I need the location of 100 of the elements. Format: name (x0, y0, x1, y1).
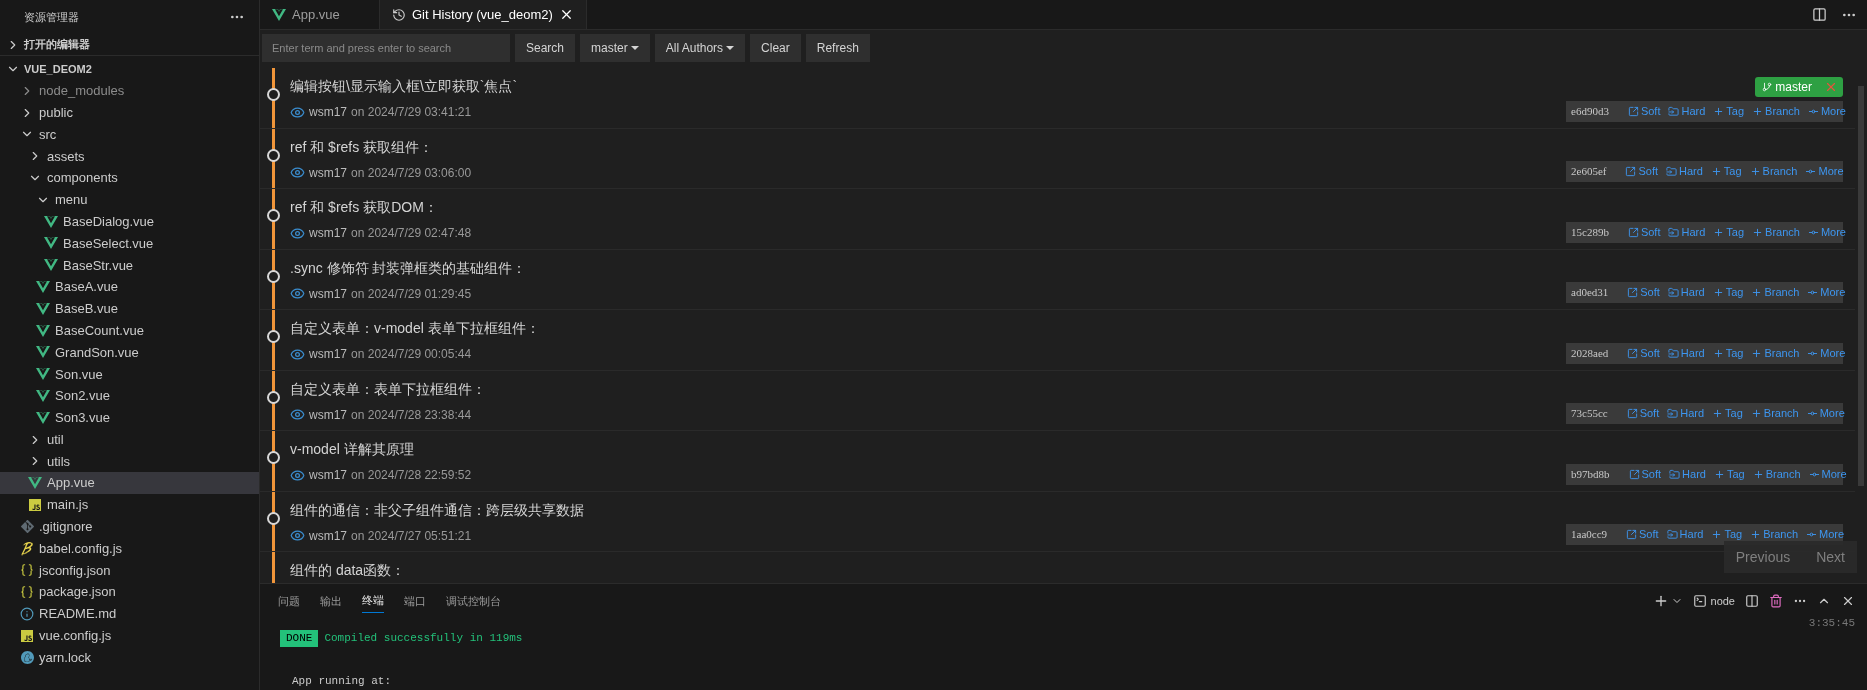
action-link[interactable]: Tag (1713, 465, 1745, 483)
action-link[interactable]: Hard (1666, 526, 1704, 543)
tree-item[interactable]: .gitignore (0, 515, 259, 538)
trash-icon[interactable] (1769, 594, 1783, 608)
commit-message[interactable]: 自定义表单：表单下拉框组件： (290, 378, 486, 400)
action-link[interactable]: Branch (1752, 223, 1800, 241)
section-header[interactable]: 打开的编辑器 (0, 34, 259, 56)
eye-icon[interactable] (290, 407, 305, 422)
panel-tab[interactable]: 调试控制台 (446, 589, 501, 613)
toolbar-button[interactable]: Clear (750, 33, 801, 62)
split-editor-icon[interactable] (1812, 7, 1827, 22)
commit-message[interactable]: v-model 详解其原理 (290, 439, 414, 460)
tree-item[interactable]: BaseA.vue (0, 276, 259, 298)
terminal-name[interactable]: node (1710, 592, 1735, 610)
action-link[interactable]: Branch (1750, 405, 1799, 422)
tree-item[interactable]: util (0, 428, 259, 451)
eye-icon[interactable] (290, 346, 305, 362)
action-link[interactable]: Soft (1626, 405, 1660, 422)
action-link[interactable]: More (1806, 526, 1845, 543)
action-link[interactable]: Hard (1667, 344, 1705, 362)
toolbar-button[interactable]: All Authors (654, 33, 746, 62)
toolbar-button[interactable]: Search (515, 33, 576, 62)
action-link[interactable]: Tag (1713, 102, 1745, 120)
search-field[interactable]: Enter term and press enter to search (262, 33, 510, 62)
eye-icon[interactable] (290, 286, 305, 301)
tree-item[interactable]: public (0, 101, 259, 124)
pager-button[interactable]: Next (1816, 546, 1845, 568)
action-link[interactable]: Branch (1750, 526, 1799, 543)
tree-item[interactable]: assets (0, 145, 259, 168)
tree-item[interactable]: babel.config.js (0, 537, 259, 560)
tree-item[interactable]: node_modules (0, 80, 259, 102)
tree-item[interactable]: main.js (0, 494, 259, 516)
tree-item[interactable]: package.json (0, 581, 259, 604)
split-terminal-icon[interactable] (1745, 594, 1759, 608)
commit-message[interactable]: 自定义表单：v-model 表单下拉框组件： (290, 318, 540, 339)
panel-tab[interactable]: 输出 (320, 589, 342, 613)
section-header[interactable]: VUE_DEOM2 (0, 58, 259, 80)
action-link[interactable]: More (1807, 344, 1846, 362)
eye-icon[interactable] (290, 467, 305, 483)
panel-tab[interactable]: 端口 (404, 589, 426, 613)
action-link[interactable]: Soft (1627, 284, 1660, 301)
action-link[interactable]: Hard (1667, 405, 1705, 422)
commit-hash[interactable]: b97bd8b (1571, 465, 1610, 483)
commit-message[interactable]: .sync 修饰符 封装弹框类的基础组件： (290, 257, 527, 279)
action-link[interactable]: Soft (1627, 223, 1661, 241)
action-link[interactable]: Branch (1751, 284, 1800, 301)
action-link[interactable]: Branch (1752, 102, 1800, 120)
action-link[interactable]: Branch (1752, 465, 1801, 483)
close-icon[interactable] (1841, 594, 1855, 608)
action-link[interactable]: More (1807, 102, 1846, 120)
panel-tab[interactable]: 终端 (362, 589, 384, 613)
terminal-icon[interactable] (1692, 594, 1707, 608)
eye-icon[interactable] (290, 165, 305, 180)
tree-item[interactable]: BaseStr.vue (0, 254, 259, 277)
tree-item[interactable]: README.md (0, 603, 259, 625)
action-link[interactable]: More (1805, 163, 1844, 180)
tree-item[interactable]: BaseCount.vue (0, 319, 259, 342)
action-link[interactable]: Branch (1751, 344, 1800, 362)
tree-item[interactable]: components (0, 167, 259, 189)
action-link[interactable]: Tag (1712, 284, 1744, 301)
action-link[interactable]: Soft (1626, 526, 1659, 543)
commit-message[interactable]: 编辑按钮\显示输入框\立即获取`焦点` (290, 76, 518, 97)
eye-icon[interactable] (290, 104, 305, 120)
action-link[interactable]: More (1807, 284, 1846, 301)
tree-item[interactable]: menu (0, 189, 259, 211)
commit-hash[interactable]: ad0ed31 (1571, 284, 1609, 301)
tree-item[interactable]: yarn.lock (0, 646, 259, 669)
commit-message[interactable]: 组件的通信：非父子组件通信：跨层级共享数据 (290, 499, 584, 521)
action-link[interactable]: Tag (1712, 344, 1744, 362)
tree-item[interactable]: BaseDialog.vue (0, 210, 259, 233)
tree-item[interactable]: vue.config.js (0, 624, 259, 647)
action-link[interactable]: Tag (1713, 223, 1745, 241)
tree-item[interactable]: src (0, 123, 259, 146)
action-link[interactable]: Hard (1666, 163, 1703, 180)
scrollbar-thumb[interactable] (1858, 86, 1864, 486)
action-link[interactable]: More (1807, 223, 1846, 241)
commit-hash[interactable]: 2e605ef (1571, 163, 1607, 180)
action-link[interactable]: Branch (1749, 163, 1798, 180)
toolbar-button[interactable]: master (580, 33, 650, 62)
action-link[interactable]: Tag (1712, 405, 1743, 422)
action-link[interactable]: More (1806, 405, 1845, 422)
tree-item[interactable]: App.vue (0, 472, 259, 495)
tree-item[interactable]: Son3.vue (0, 406, 259, 429)
action-link[interactable]: Soft (1627, 344, 1660, 362)
tree-item[interactable]: jsconfig.json (0, 559, 259, 582)
eye-icon[interactable] (290, 225, 305, 241)
panel-tab[interactable]: 问题 (278, 589, 300, 613)
eye-icon[interactable] (290, 528, 305, 543)
action-link[interactable]: Soft (1625, 163, 1658, 180)
action-link[interactable]: Soft (1628, 465, 1662, 483)
tree-item[interactable]: BaseB.vue (0, 297, 259, 320)
action-link[interactable]: Hard (1668, 223, 1706, 241)
tree-item[interactable]: BaseSelect.vue (0, 232, 259, 255)
tree-item[interactable]: Son2.vue (0, 385, 259, 407)
pager-button[interactable]: Previous (1735, 546, 1791, 568)
commit-message[interactable]: 组件的 data函数： (290, 560, 406, 581)
action-link[interactable]: Hard (1668, 102, 1706, 120)
commit-hash[interactable]: 15c289b (1571, 223, 1609, 241)
action-link[interactable]: Hard (1669, 465, 1706, 483)
action-link[interactable]: Tag (1711, 526, 1743, 543)
